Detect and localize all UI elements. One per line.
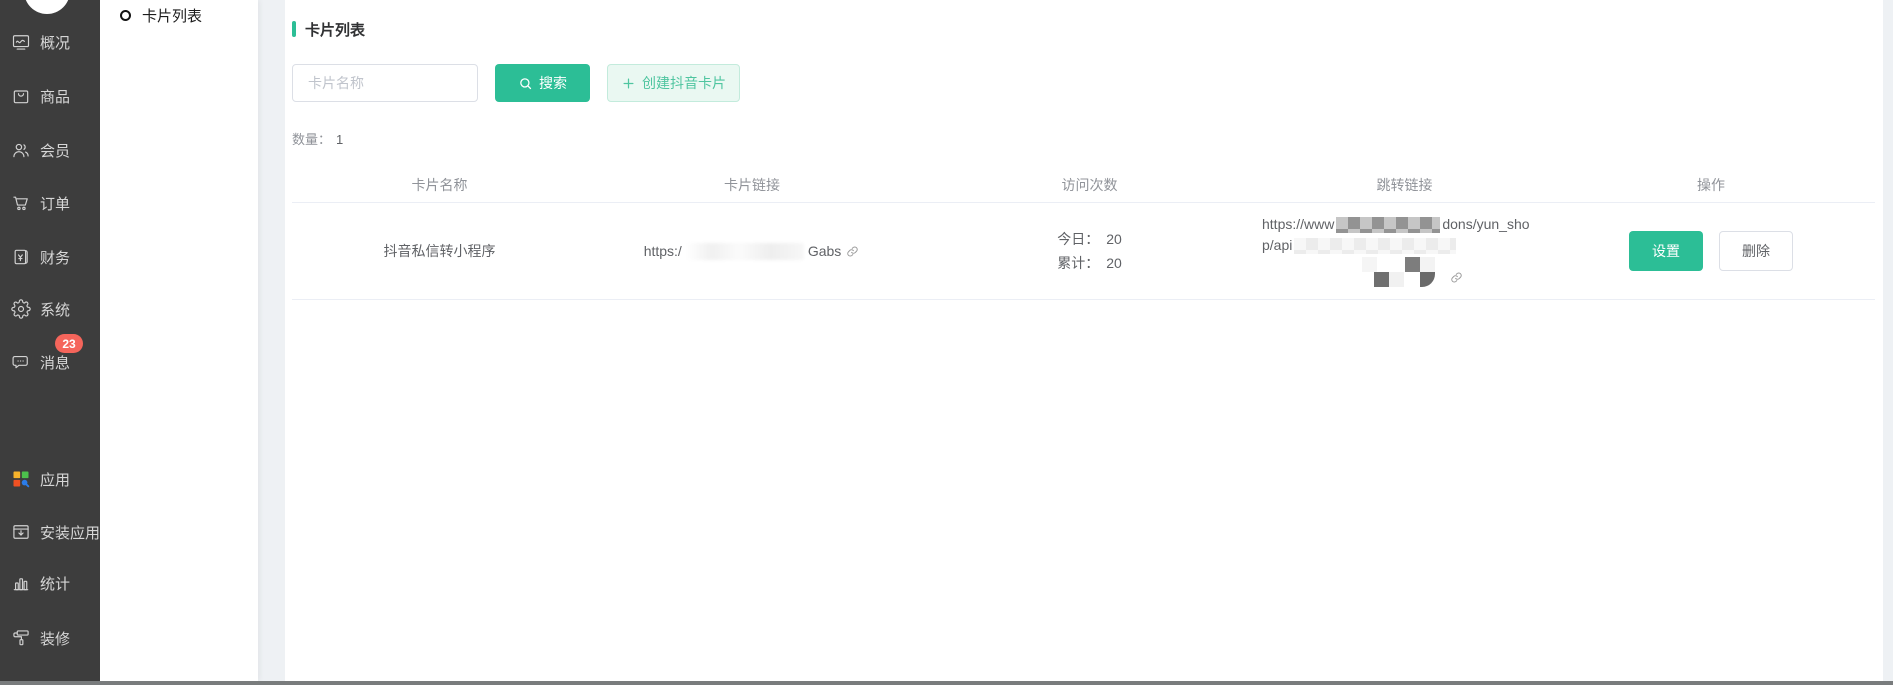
sidebar-item-label: 订单: [40, 193, 70, 214]
cell-card-name: 抖音私信转小程序: [292, 241, 587, 261]
orders-icon: [11, 193, 31, 213]
card-name-search-input[interactable]: [292, 64, 478, 102]
decorate-roller-icon: [11, 628, 31, 648]
page-title-row: 卡片列表: [292, 20, 1875, 38]
sidebar-item-label: 财务: [40, 247, 70, 268]
cell-jump-link: https://www dons/yun_sho p/api: [1262, 214, 1547, 288]
card-table: 卡片名称 卡片链接 访问次数 跳转链接 操作 抖音私信转小程序 https:/ …: [292, 167, 1875, 300]
header-actions: 操作: [1547, 175, 1875, 195]
sidebar-item-label: 应用: [40, 469, 70, 490]
finance-icon: [11, 247, 31, 267]
jump-link-line3: [1362, 256, 1547, 288]
header-jump-link: 跳转链接: [1262, 175, 1547, 195]
page-title: 卡片列表: [305, 19, 365, 40]
visits-today-value: 20: [1106, 231, 1122, 247]
submenu-item-label: 卡片列表: [142, 5, 202, 26]
table-header-row: 卡片名称 卡片链接 访问次数 跳转链接 操作: [292, 167, 1875, 203]
sidebar-item-messages[interactable]: 消息 23: [0, 350, 100, 374]
count-value: 1: [336, 132, 343, 147]
sidebar-item-label: 统计: [40, 573, 70, 594]
radio-circle-icon: [120, 10, 131, 21]
card-link-prefix: https:/: [644, 243, 682, 259]
message-icon: [11, 352, 31, 372]
sidebar-item-decorate[interactable]: 装修: [0, 626, 100, 650]
sidebar-item-install-apps[interactable]: 安装应用: [0, 520, 100, 544]
search-button[interactable]: 搜索: [495, 64, 590, 102]
redacted-mosaic: [1362, 256, 1446, 288]
jump-link-line2: p/api: [1262, 235, 1547, 256]
sidebar-item-label: 安装应用: [40, 522, 100, 543]
sidebar-item-label: 会员: [40, 140, 70, 161]
count-label: 数量：: [292, 132, 331, 147]
sidebar-item-goods[interactable]: 商品: [0, 84, 100, 108]
members-icon: [11, 140, 31, 160]
copy-link-icon[interactable]: [1449, 267, 1464, 288]
overview-icon: [11, 32, 31, 52]
copy-link-icon[interactable]: [845, 243, 860, 259]
toolbar: 搜索 创建抖音卡片: [292, 64, 1875, 102]
sidebar-item-label: 装修: [40, 628, 70, 649]
redacted-blur: [686, 243, 804, 260]
avatar[interactable]: [24, 0, 70, 14]
submenu-item-card-list[interactable]: 卡片列表: [100, 0, 258, 26]
sidebar-item-overview[interactable]: 概况: [0, 30, 100, 54]
sidebar-item-label: 商品: [40, 86, 70, 107]
visits-today-line: 今日：20: [1057, 231, 1122, 247]
window-bottom-edge: [0, 681, 1893, 685]
visits-total-line: 累计：20: [1057, 255, 1122, 271]
goods-icon: [11, 86, 31, 106]
cell-card-link: https:/ Gabs: [587, 243, 917, 260]
search-icon: [518, 76, 533, 91]
content-card: 卡片列表 搜索 创建抖音卡片 数量： 1 卡片名称 卡片链接 访问次数 跳转链接 …: [285, 0, 1883, 681]
sidebar-item-system[interactable]: 系统: [0, 297, 100, 321]
visits-total-value: 20: [1106, 255, 1122, 271]
create-douyin-card-button[interactable]: 创建抖音卡片: [607, 64, 740, 102]
sidebar-item-orders[interactable]: 订单: [0, 191, 100, 215]
redacted-mosaic: [1294, 238, 1456, 254]
search-button-label: 搜索: [539, 73, 567, 93]
header-visit-count: 访问次数: [917, 175, 1262, 195]
cell-visit-count: 今日：20 累计：20: [917, 227, 1262, 275]
sidebar-item-finance[interactable]: 财务: [0, 245, 100, 269]
create-button-label: 创建抖音卡片: [642, 73, 726, 93]
jump-link-line1: https://www dons/yun_sho: [1262, 214, 1547, 235]
sidebar-item-members[interactable]: 会员: [0, 138, 100, 162]
system-gear-icon: [11, 299, 31, 319]
main-sidebar: 概况 商品 会员 订单 财务 系统 消息 23 应用 安装应用 统计 装: [0, 0, 100, 681]
sidebar-item-apps[interactable]: 应用: [0, 467, 100, 491]
header-card-link: 卡片链接: [587, 175, 917, 195]
apps-icon: [11, 469, 31, 489]
card-link-suffix: Gabs: [808, 243, 841, 259]
install-app-icon: [11, 522, 31, 542]
title-accent-bar: [292, 21, 296, 37]
sidebar-item-label: 概况: [40, 32, 70, 53]
table-row: 抖音私信转小程序 https:/ Gabs 今日：20 累计：20: [292, 203, 1875, 300]
settings-button[interactable]: 设置: [1629, 231, 1703, 271]
count-row: 数量： 1: [292, 129, 1875, 148]
cell-actions: 设置 删除: [1547, 231, 1875, 271]
plus-icon: [621, 76, 636, 91]
delete-button[interactable]: 删除: [1719, 231, 1793, 271]
message-count-badge: 23: [55, 334, 83, 353]
sidebar-item-label: 系统: [40, 299, 70, 320]
submenu-panel: 卡片列表: [100, 0, 258, 681]
sidebar-item-label: 消息: [40, 352, 70, 373]
redacted-mosaic: [1336, 217, 1440, 233]
header-card-name: 卡片名称: [292, 175, 587, 195]
sidebar-item-stats[interactable]: 统计: [0, 571, 100, 595]
stats-icon: [11, 573, 31, 593]
